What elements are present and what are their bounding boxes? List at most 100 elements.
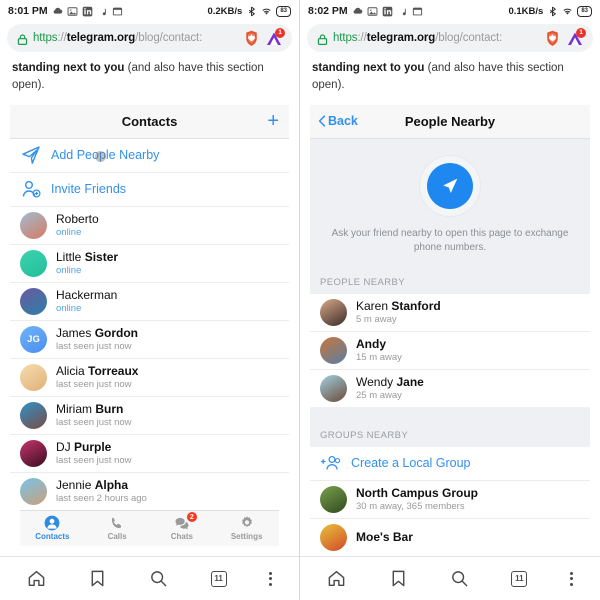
tab-contacts[interactable]: Contacts xyxy=(20,511,85,546)
dual-screenshot-container: 8:01 PM 0.2KB/s 83 https://telegram.org/… xyxy=(0,0,600,600)
person-name: Andy xyxy=(356,337,386,351)
person-name: Karen Stanford xyxy=(356,299,441,313)
location-arrow-icon xyxy=(427,162,473,209)
hero-caption: Ask your friend nearby to open this page… xyxy=(331,227,569,254)
brave-shield-icon[interactable] xyxy=(545,30,560,47)
gallery-icon xyxy=(367,6,378,17)
contact-name: Alicia Torreaux xyxy=(56,364,139,378)
contacts-title: Contacts xyxy=(121,113,178,129)
extension-triangle-icon[interactable]: 1 xyxy=(265,27,285,47)
contact-status: last seen just now xyxy=(56,341,132,352)
avatar-initials: JG xyxy=(20,325,47,353)
people-nearby-title: People Nearby xyxy=(404,113,496,129)
chat-bubbles-icon: 2 xyxy=(174,511,198,531)
list-item[interactable]: Wendy Jane 25 m away xyxy=(310,369,590,407)
linkedin-icon xyxy=(82,6,93,17)
avatar xyxy=(320,523,347,551)
contacts-icon xyxy=(44,515,60,531)
groups-nearby-list: North Campus Group 30 m away, 365 member… xyxy=(310,480,590,556)
contact-name: Jennie Alpha xyxy=(56,478,129,492)
contact-name: DJ Purple xyxy=(56,440,112,454)
right-phone-screen: 8:02 PM 0.1KB/s 83 https://telegram.org/… xyxy=(300,0,600,600)
contacts-list: Roberto online Little Sister online Hack… xyxy=(10,206,289,510)
person-distance: 15 m away xyxy=(356,352,402,363)
group-meta: 30 m away, 365 members xyxy=(356,501,465,512)
address-bar[interactable]: https://telegram.org/blog/contact: 1 xyxy=(307,24,593,52)
chevron-left-icon xyxy=(318,115,326,127)
avatar xyxy=(320,298,347,326)
blog-paragraph-right: standing next to you (and also have this… xyxy=(300,58,600,105)
tab-chats-label: Chats xyxy=(170,532,193,541)
contact-status: online xyxy=(56,265,82,276)
blog-paragraph-left: standing next to you (and also have this… xyxy=(0,58,299,105)
list-item[interactable]: Jennie Alpha last seen 2 hours ago xyxy=(10,472,289,510)
list-item[interactable]: Little Sister online xyxy=(10,244,289,283)
webpage-content-left: standing next to you (and also have this… xyxy=(0,58,299,556)
avatar xyxy=(20,439,47,467)
extension-triangle-icon[interactable]: 1 xyxy=(566,27,586,47)
gear-icon xyxy=(239,515,255,531)
contact-status: last seen 2 hours ago xyxy=(56,493,147,504)
people-nearby-list: Karen Stanford 5 m away Andy 15 m away W… xyxy=(310,293,590,407)
url-bar-container-left: https://telegram.org/blog/contact: 1 xyxy=(0,22,299,58)
avatar xyxy=(20,249,47,277)
add-people-nearby-row[interactable]: Add People Nearby xyxy=(10,138,289,173)
list-item[interactable]: Alicia Torreaux last seen just now xyxy=(10,358,289,397)
list-item[interactable]: Karen Stanford 5 m away xyxy=(310,293,590,332)
avatar xyxy=(20,477,47,505)
invite-friends-row[interactable]: Invite Friends xyxy=(10,172,289,207)
status-bar-left: 8:01 PM 0.2KB/s 83 xyxy=(0,0,299,22)
url-text: https://telegram.org/blog/contact: xyxy=(333,32,503,44)
blog-bold-lead: standing next to you xyxy=(312,62,425,74)
search-icon[interactable] xyxy=(450,569,469,588)
list-item[interactable]: Miriam Burn last seen just now xyxy=(10,396,289,435)
brave-shield-icon[interactable] xyxy=(244,30,259,47)
add-contact-button[interactable]: + xyxy=(267,111,279,131)
create-local-group-row[interactable]: Create a Local Group xyxy=(310,446,590,481)
music-icon xyxy=(397,6,408,17)
section-spacer xyxy=(310,406,590,423)
telegram-tab-bar: Contacts Calls 2 Chats Settings xyxy=(20,509,279,546)
blog-bold-lead: standing next to you xyxy=(12,62,125,74)
battery-indicator: 83 xyxy=(276,5,291,17)
overflow-menu-icon[interactable] xyxy=(569,571,573,586)
linkedin-icon xyxy=(382,6,393,17)
contact-status: last seen just now xyxy=(56,379,132,390)
create-local-group-label: Create a Local Group xyxy=(351,456,471,470)
avatar xyxy=(320,374,347,402)
home-icon[interactable] xyxy=(327,569,346,588)
bluetooth-icon xyxy=(547,6,558,17)
list-item[interactable]: Andy 15 m away xyxy=(310,331,590,370)
person-distance: 5 m away xyxy=(356,314,397,325)
overflow-menu-icon[interactable] xyxy=(268,571,272,586)
home-icon[interactable] xyxy=(27,569,46,588)
tab-count-icon[interactable]: 11 xyxy=(210,570,227,587)
list-item[interactable]: DJ Purple last seen just now xyxy=(10,434,289,473)
tab-settings[interactable]: Settings xyxy=(214,511,279,546)
url-bar-container-right: https://telegram.org/blog/contact: 1 xyxy=(300,22,600,58)
lock-icon xyxy=(16,33,28,45)
bookmark-icon[interactable] xyxy=(389,569,408,588)
list-item[interactable]: Moe's Bar xyxy=(310,518,590,556)
contacts-header: Contacts + xyxy=(10,104,289,139)
list-item[interactable]: JG James Gordon last seen just now xyxy=(10,320,289,359)
back-button[interactable]: Back xyxy=(318,114,358,128)
list-item[interactable]: Hackerman online xyxy=(10,282,289,321)
list-item[interactable]: Roberto online xyxy=(10,206,289,245)
tab-calls[interactable]: Calls xyxy=(85,511,150,546)
url-text: https://telegram.org/blog/contact: xyxy=(33,32,203,44)
people-nearby-section-label: PEOPLE NEARBY xyxy=(310,269,590,294)
tab-count-icon[interactable]: 11 xyxy=(511,570,528,587)
contact-name: James Gordon xyxy=(56,326,139,340)
webpage-content-right: standing next to you (and also have this… xyxy=(300,58,600,556)
search-icon[interactable] xyxy=(149,569,168,588)
bookmark-icon[interactable] xyxy=(88,569,107,588)
address-bar[interactable]: https://telegram.org/blog/contact: 1 xyxy=(7,24,292,52)
cloud-icon xyxy=(352,6,363,17)
contact-status: last seen just now xyxy=(56,417,132,428)
tab-chats[interactable]: 2 Chats xyxy=(150,511,215,546)
gallery-icon xyxy=(67,6,78,17)
list-item[interactable]: North Campus Group 30 m away, 365 member… xyxy=(310,480,590,519)
browser-bottom-nav-right: 11 xyxy=(300,556,600,600)
avatar xyxy=(20,211,47,239)
